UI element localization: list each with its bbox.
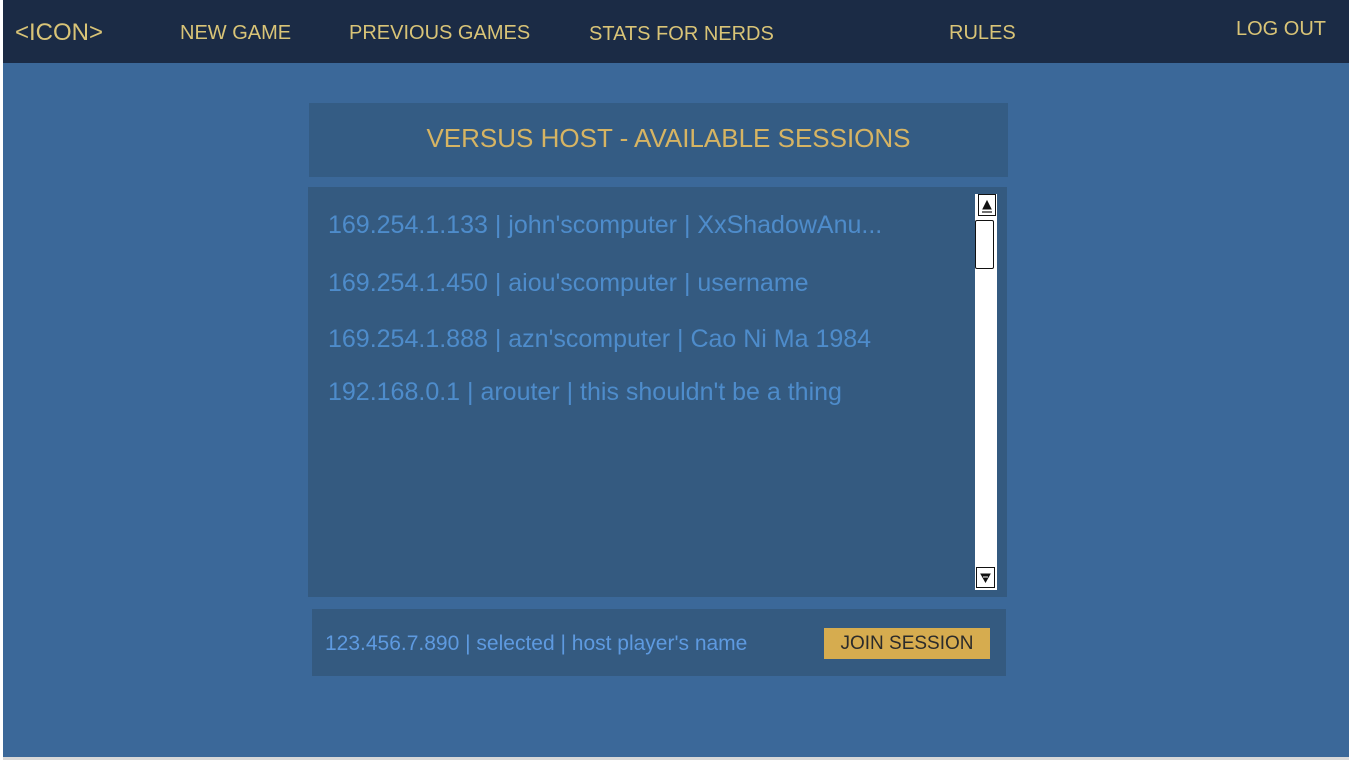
scrollbar-thumb[interactable] [975, 220, 994, 269]
list-item[interactable]: 169.254.1.888 | azn'scomputer | Cao Ni M… [328, 325, 871, 354]
selected-session-text: 123.456.7.890 | selected | host player's… [325, 632, 748, 655]
nav-rules[interactable]: RULES [949, 22, 1016, 45]
nav-new-game[interactable]: NEW GAME [180, 22, 291, 45]
page-title: VERSUS HOST - AVAILABLE SESSIONS [426, 123, 911, 153]
list-item[interactable]: 169.254.1.133 | john'scomputer | XxShado… [328, 211, 882, 240]
vertical-scrollbar[interactable] [975, 194, 997, 590]
selection-footer: 123.456.7.890 | selected | host player's… [312, 609, 1006, 676]
session-list: 169.254.1.133 | john'scomputer | XxShado… [308, 187, 1007, 597]
nav-previous-games[interactable]: PREVIOUS GAMES [349, 22, 530, 45]
list-item[interactable]: 169.254.1.450 | aiou'scomputer | usernam… [328, 269, 809, 298]
app-window: <ICON> NEW GAME PREVIOUS GAMES STATS FOR… [3, 0, 1349, 760]
join-session-button[interactable]: JOIN SESSION [824, 628, 990, 659]
top-navbar: <ICON> NEW GAME PREVIOUS GAMES STATS FOR… [3, 0, 1349, 63]
scroll-up-arrow-icon[interactable] [978, 194, 996, 216]
nav-log-out[interactable]: LOG OUT [1236, 18, 1326, 41]
title-panel: VERSUS HOST - AVAILABLE SESSIONS [309, 103, 1008, 177]
scroll-down-arrow-icon[interactable] [976, 567, 995, 588]
list-item[interactable]: 192.168.0.1 | arouter | this shouldn't b… [328, 378, 842, 407]
app-icon-placeholder[interactable]: <ICON> [15, 19, 103, 47]
nav-stats-for-nerds[interactable]: STATS FOR NERDS [589, 23, 774, 46]
